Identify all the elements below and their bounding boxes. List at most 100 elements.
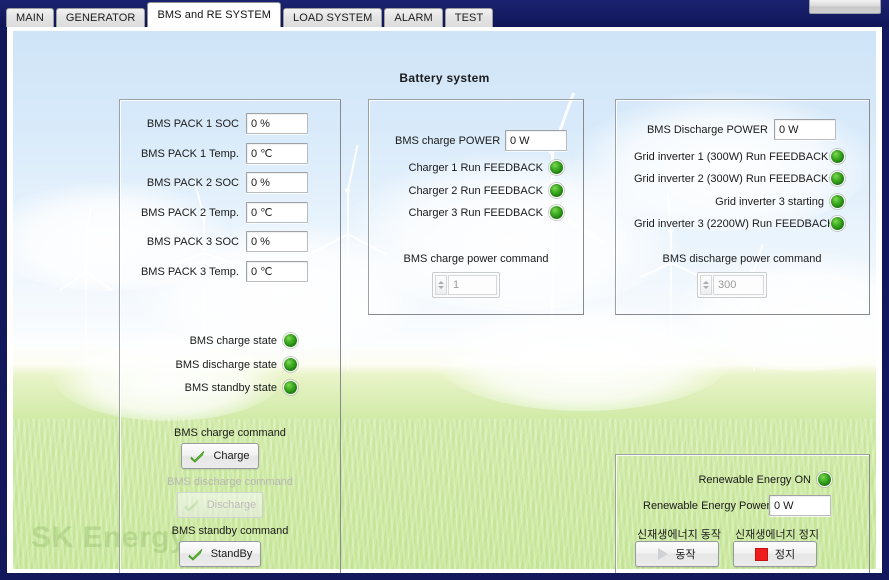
- bms-pack-1-soc-value: 0 %: [246, 113, 308, 134]
- charger-2-feedback-led: [549, 183, 564, 198]
- renewable-run-button[interactable]: 동작: [635, 541, 719, 567]
- row-charger-3-feedback: Charger 3 Run FEEDBACK: [395, 205, 564, 220]
- bms-charge-power-command-spinner[interactable]: 1: [432, 272, 500, 298]
- bms-standby-state-label: BMS standby state: [184, 381, 277, 394]
- charger-1-feedback-led: [549, 160, 564, 175]
- tab-load-system-label: LOAD SYSTEM: [293, 12, 373, 24]
- check-icon: [188, 548, 203, 561]
- bms-pack-3-soc-label: BMS PACK 3 SOC: [146, 235, 239, 248]
- spinner-arrows-icon[interactable]: [435, 275, 447, 295]
- charger-2-feedback-label: Charger 2 Run FEEDBACK: [408, 184, 544, 197]
- tab-generator[interactable]: GENERATOR: [55, 8, 146, 27]
- renewable-stop-caption: 신재생에너지 정지: [734, 529, 819, 541]
- check-icon: [190, 450, 205, 463]
- row-renewable-energy-power: Renewable Energy Power 0 W: [643, 495, 831, 516]
- bms-discharge-command-caption: BMS discharge command: [167, 476, 293, 488]
- renewable-energy-on-led: [817, 472, 832, 487]
- tab-alarm-label: ALARM: [394, 12, 433, 24]
- charger-3-feedback-label: Charger 3 Run FEEDBACK: [408, 206, 544, 219]
- row-renewable-energy-on: Renewable Energy ON: [697, 472, 832, 487]
- renewable-energy-power-value: 0 W: [769, 495, 831, 516]
- bms-pack-1-soc-label: BMS PACK 1 SOC: [146, 117, 239, 130]
- row-bms-pack-3-temp: BMS PACK 3 Temp. 0 ℃: [129, 261, 331, 282]
- bms-pack-3-temp-value: 0 ℃: [246, 261, 308, 282]
- tab-generator-label: GENERATOR: [65, 12, 136, 24]
- grid-inverter-1-feedback-label: Grid inverter 1 (300W) Run FEEDBACK: [634, 150, 829, 163]
- renewable-energy-on-label: Renewable Energy ON: [698, 473, 811, 486]
- bms-pack-3-soc-value: 0 %: [246, 231, 308, 252]
- row-grid-inverter-3-feedback: Grid inverter 3 (2200W) Run FEEDBACK: [634, 216, 845, 231]
- bms-charge-power-command-value[interactable]: 1: [448, 275, 497, 295]
- bms-pack-1-temp-label: BMS PACK 1 Temp.: [140, 147, 239, 160]
- bms-charge-power-command-caption: BMS charge power command: [403, 253, 549, 265]
- row-bms-discharge-power: BMS Discharge POWER 0 W: [644, 119, 836, 140]
- row-grid-inverter-3-starting: Grid inverter 3 starting: [634, 194, 845, 209]
- bms-pack-2-soc-label: BMS PACK 2 SOC: [146, 176, 239, 189]
- row-bms-discharge-state: BMS discharge state: [129, 357, 299, 372]
- bms-charge-power-label: BMS charge POWER: [395, 134, 501, 147]
- renewable-run-caption: 신재생에너지 동작: [636, 529, 721, 541]
- grid-inverter-3-starting-led: [830, 194, 845, 209]
- bms-discharge-power-value: 0 W: [774, 119, 836, 140]
- renewable-stop-button[interactable]: 정지: [733, 541, 817, 567]
- title-bar-button[interactable]: [809, 0, 881, 14]
- tab-content-panel: SK Energy Battery system BMS PACK 1 SOC …: [7, 27, 882, 573]
- bms-pack-2-soc-value: 0 %: [246, 172, 308, 193]
- tab-main-label: MAIN: [16, 12, 44, 24]
- bms-discharge-power-command-spinner[interactable]: 300: [697, 272, 767, 298]
- stop-icon: [754, 547, 768, 561]
- grid-inverter-3-feedback-label: Grid inverter 3 (2200W) Run FEEDBACK: [634, 217, 835, 230]
- row-bms-pack-3-soc: BMS PACK 3 SOC 0 %: [129, 231, 331, 252]
- play-icon: [658, 548, 669, 560]
- row-bms-standby-state: BMS standby state: [129, 380, 299, 395]
- tab-test-label: TEST: [454, 12, 484, 24]
- tab-bms-and-re-system[interactable]: BMS and RE SYSTEM: [147, 2, 282, 27]
- row-bms-pack-2-temp: BMS PACK 2 Temp. 0 ℃: [129, 202, 331, 223]
- renewable-run-button-label: 동작: [675, 549, 696, 561]
- tab-bms-and-re-system-label: BMS and RE SYSTEM: [157, 9, 272, 21]
- bms-pack-2-temp-label: BMS PACK 2 Temp.: [140, 206, 239, 219]
- application-window: MAIN GENERATOR BMS and RE SYSTEM LOAD SY…: [0, 0, 889, 580]
- bms-standby-command-caption: BMS standby command: [171, 525, 289, 537]
- grid-inverter-3-starting-label: Grid inverter 3 starting: [715, 195, 824, 208]
- bms-charge-state-led: [283, 333, 298, 348]
- bms-discharge-power-command-value[interactable]: 300: [713, 275, 764, 295]
- discharge-button-label: Discharge: [206, 499, 257, 511]
- bms-charge-command-caption: BMS charge command: [174, 427, 286, 439]
- charge-button-label: Charge: [213, 450, 250, 462]
- row-bms-charge-state: BMS charge state: [129, 333, 299, 348]
- bms-charge-power-value: 0 W: [505, 130, 567, 151]
- grid-inverter-3-feedback-led: [830, 216, 845, 231]
- tab-alarm[interactable]: ALARM: [384, 8, 443, 27]
- bms-pack-1-temp-value: 0 ℃: [246, 143, 308, 164]
- standby-button[interactable]: StandBy: [179, 541, 261, 567]
- row-bms-pack-1-soc: BMS PACK 1 SOC 0 %: [129, 113, 331, 134]
- bms-discharge-power-label: BMS Discharge POWER: [646, 123, 768, 136]
- page-title: Battery system: [399, 71, 490, 85]
- renewable-energy-power-label: Renewable Energy Power: [643, 499, 771, 512]
- spinner-arrows-icon[interactable]: [700, 275, 712, 295]
- grid-inverter-1-feedback-led: [830, 149, 845, 164]
- tab-main[interactable]: MAIN: [6, 8, 54, 27]
- tab-load-system[interactable]: LOAD SYSTEM: [283, 8, 383, 27]
- tab-bar: MAIN GENERATOR BMS and RE SYSTEM LOAD SY…: [6, 2, 495, 27]
- row-bms-charge-power: BMS charge POWER 0 W: [395, 130, 567, 151]
- discharge-button[interactable]: Discharge: [177, 492, 263, 518]
- bms-charge-state-label: BMS charge state: [189, 334, 277, 347]
- grid-inverter-2-feedback-label: Grid inverter 2 (300W) Run FEEDBACK: [634, 172, 829, 185]
- bms-pack-2-temp-value: 0 ℃: [246, 202, 308, 223]
- bms-pack-3-temp-label: BMS PACK 3 Temp.: [140, 265, 239, 278]
- row-grid-inverter-2-feedback: Grid inverter 2 (300W) Run FEEDBACK: [634, 171, 845, 186]
- row-grid-inverter-1-feedback: Grid inverter 1 (300W) Run FEEDBACK: [634, 149, 845, 164]
- bms-discharge-power-command-caption: BMS discharge power command: [662, 253, 822, 265]
- bms-discharge-state-led: [283, 357, 298, 372]
- charge-button[interactable]: Charge: [181, 443, 259, 469]
- row-bms-pack-1-temp: BMS PACK 1 Temp. 0 ℃: [129, 143, 331, 164]
- charger-3-feedback-led: [549, 205, 564, 220]
- row-bms-pack-2-soc: BMS PACK 2 SOC 0 %: [129, 172, 331, 193]
- row-charger-2-feedback: Charger 2 Run FEEDBACK: [395, 183, 564, 198]
- tab-test[interactable]: TEST: [444, 8, 494, 27]
- grid-inverter-2-feedback-led: [830, 171, 845, 186]
- standby-button-label: StandBy: [210, 548, 253, 560]
- bms-discharge-state-label: BMS discharge state: [175, 358, 278, 371]
